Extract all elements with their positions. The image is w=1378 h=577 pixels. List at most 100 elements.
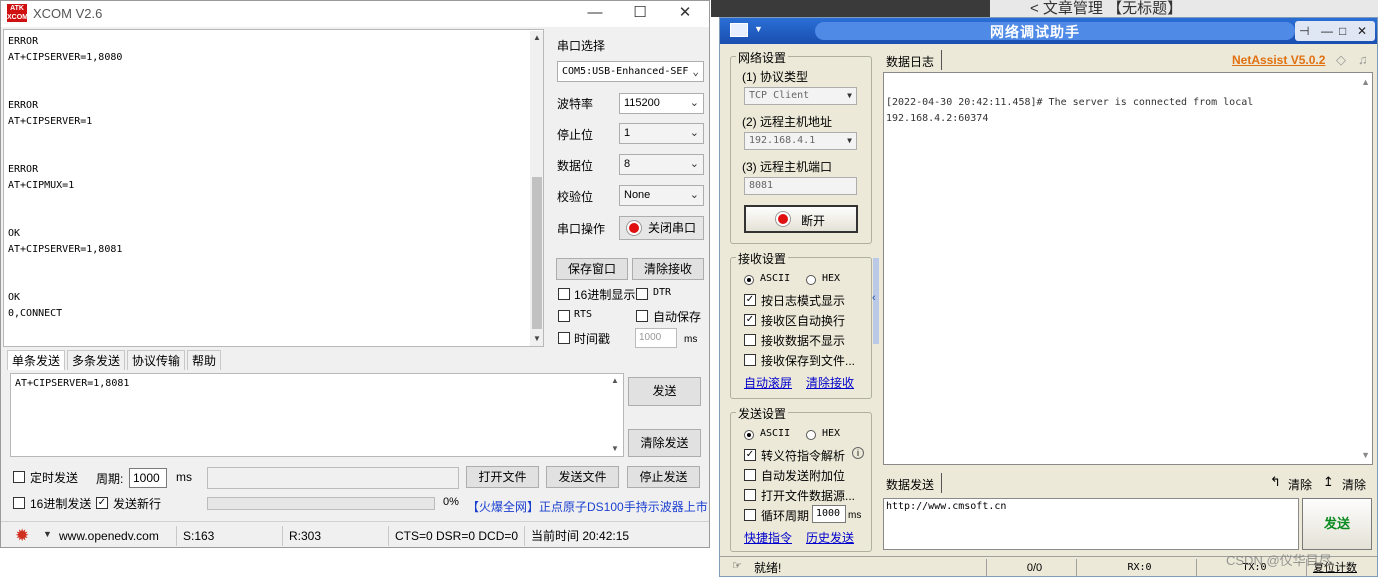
timed-send-checkbox[interactable] — [13, 471, 25, 483]
file-path-field[interactable] — [207, 467, 459, 489]
auto-scroll-link[interactable]: 自动滚屏 — [744, 374, 792, 391]
shortcut-link[interactable]: 快捷指令 — [744, 529, 792, 546]
no-show-checkbox[interactable] — [744, 334, 756, 346]
background-tab-text: < 文章管理 【无标题】 — [1030, 0, 1183, 17]
tab-protocol[interactable]: 协议传输 — [127, 350, 186, 370]
scroll-up-icon[interactable]: ▲ — [1361, 77, 1370, 87]
port-input[interactable]: 8081 — [744, 177, 857, 195]
chevron-left-icon[interactable]: ‹ — [872, 292, 876, 304]
auto-save-label: 自动保存 — [653, 310, 702, 324]
dtr-label: DTR — [653, 287, 672, 298]
scroll-down-icon[interactable]: ▼ — [1361, 450, 1370, 460]
divider — [941, 473, 942, 493]
open-file-button[interactable]: 打开文件 — [466, 466, 539, 488]
host-input[interactable]: 192.168.4.1 ▼ — [744, 132, 857, 150]
stop-bits-select[interactable]: 1 ⌄ — [619, 123, 704, 144]
scroll-down-icon[interactable]: ▼ — [611, 444, 619, 453]
clear-receive-button[interactable]: 清除接收 — [632, 258, 704, 280]
receive-scrollbar[interactable]: ▲ ▼ — [530, 31, 543, 346]
save-to-file-label: 接收保存到文件... — [761, 354, 856, 368]
receive-area[interactable]: ERROR AT+CIPSERVER=1,8080 ERROR AT+CIPSE… — [3, 29, 544, 347]
send-newline-checkbox[interactable]: ✓ — [96, 497, 108, 509]
hex-display-checkbox[interactable] — [558, 288, 570, 300]
chevron-down-icon: ⌄ — [689, 189, 699, 201]
history-link[interactable]: 历史发送 — [806, 529, 854, 546]
scroll-down-icon[interactable]: ▼ — [532, 334, 542, 344]
clear-receive-link[interactable]: 清除接收 — [806, 374, 854, 391]
status-url[interactable]: www.openedv.com — [55, 526, 177, 546]
send-textarea[interactable]: AT+CIPSERVER=1,8081 ▲ ▼ — [10, 373, 624, 457]
log-mode-checkbox[interactable]: ✓ — [744, 294, 756, 306]
open-file-src-checkbox[interactable] — [744, 489, 756, 501]
clear-down-icon[interactable]: ↥ — [1323, 474, 1334, 490]
bell-icon[interactable]: ♫ — [1358, 52, 1368, 67]
minimize-icon[interactable]: — — [1321, 21, 1333, 41]
close-icon[interactable]: ✕ — [673, 3, 697, 25]
send-tabs: 单条发送 多条发送 协议传输 帮助 — [7, 350, 222, 370]
send-button[interactable]: 发送 — [1302, 498, 1372, 550]
auto-wrap-checkbox[interactable]: ✓ — [744, 314, 756, 326]
period-input[interactable]: 1000 — [129, 468, 167, 488]
chevron-down-icon: ⌄ — [689, 158, 699, 170]
clear-up-icon[interactable]: ↰ — [1270, 474, 1281, 490]
tab-help[interactable]: 帮助 — [187, 350, 222, 370]
baud-select[interactable]: 115200 ⌄ — [619, 93, 704, 114]
save-to-file-checkbox[interactable] — [744, 354, 756, 366]
tab-multi-send[interactable]: 多条发送 — [67, 350, 126, 370]
maximize-icon[interactable]: ☐ — [628, 3, 652, 25]
info-icon[interactable]: i — [852, 447, 864, 459]
timestamp-checkbox[interactable] — [558, 332, 570, 344]
chevron-down-icon[interactable]: ▼ — [754, 24, 763, 34]
data-log-area[interactable]: [2022-04-30 20:42:11.458]# The server is… — [883, 72, 1373, 465]
escape-checkbox[interactable]: ✓ — [744, 449, 756, 461]
divider — [941, 50, 942, 70]
cycle-checkbox[interactable] — [744, 509, 756, 521]
xcom-logo-icon: ATK XCOM — [7, 4, 28, 22]
scroll-thumb[interactable] — [532, 177, 542, 329]
send-newline-label: 发送新行 — [113, 497, 162, 511]
timestamp-input[interactable]: 1000 — [635, 328, 677, 348]
disconnect-button[interactable]: 断开 — [744, 205, 858, 233]
port-select[interactable]: COM5:USB-Enhanced-SEF ⌄ — [557, 61, 704, 82]
hex-send-checkbox[interactable] — [13, 497, 25, 509]
ad-link[interactable]: 【火爆全网】正点原子DS100手持示波器上市 — [467, 498, 708, 515]
cycle-input[interactable]: 1000 — [812, 505, 846, 523]
clear-label-1[interactable]: 清除 — [1288, 476, 1312, 493]
scroll-up-icon[interactable]: ▲ — [611, 376, 619, 385]
close-port-button[interactable]: 关闭串口 — [619, 216, 704, 240]
clear-label-2[interactable]: 清除 — [1342, 476, 1366, 493]
minimize-icon[interactable]: — — [583, 3, 607, 25]
send-hex-label: HEX — [822, 428, 841, 439]
send-hex-radio[interactable] — [806, 430, 816, 440]
recv-ascii-radio[interactable] — [744, 275, 754, 285]
protocol-select[interactable]: TCP Client ▼ — [744, 87, 857, 105]
rts-checkbox[interactable] — [558, 310, 570, 322]
send-file-button[interactable]: 发送文件 — [546, 466, 619, 488]
clear-send-button[interactable]: 清除发送 — [628, 429, 701, 457]
diamond-icon[interactable]: ◇ — [1336, 52, 1346, 68]
parity-select[interactable]: None ⌄ — [619, 185, 704, 206]
auto-append-checkbox[interactable] — [744, 469, 756, 481]
send-textarea[interactable]: http://www.cmsoft.cn — [883, 498, 1299, 550]
auto-save-checkbox[interactable] — [636, 310, 648, 322]
stop-send-button[interactable]: 停止发送 — [627, 466, 700, 488]
send-scrollbar[interactable]: ▲ ▼ — [609, 376, 621, 454]
scroll-up-icon[interactable]: ▲ — [532, 33, 542, 43]
receive-settings-title: 接收设置 — [736, 250, 789, 267]
protocol-label: (1) 协议类型 — [742, 70, 809, 84]
gear-icon[interactable]: ✹ — [15, 527, 33, 545]
send-button[interactable]: 发送 — [628, 377, 701, 406]
maximize-icon[interactable]: □ — [1339, 21, 1346, 41]
close-icon[interactable]: ✕ — [1357, 21, 1367, 41]
save-window-button[interactable]: 保存窗口 — [556, 258, 628, 280]
dtr-checkbox[interactable] — [636, 288, 648, 300]
recv-hex-radio[interactable] — [806, 275, 816, 285]
app-icon[interactable] — [730, 23, 748, 37]
data-bits-select[interactable]: 8 ⌄ — [619, 154, 704, 175]
pin-icon[interactable]: ⊣ — [1299, 21, 1309, 41]
version-link[interactable]: NetAssist V5.0.2 — [1232, 53, 1325, 67]
send-ascii-radio[interactable] — [744, 430, 754, 440]
tab-single-send[interactable]: 单条发送 — [7, 350, 66, 370]
chevron-down-icon[interactable]: ▼ — [43, 529, 52, 539]
status-received: R:303 — [285, 526, 389, 546]
